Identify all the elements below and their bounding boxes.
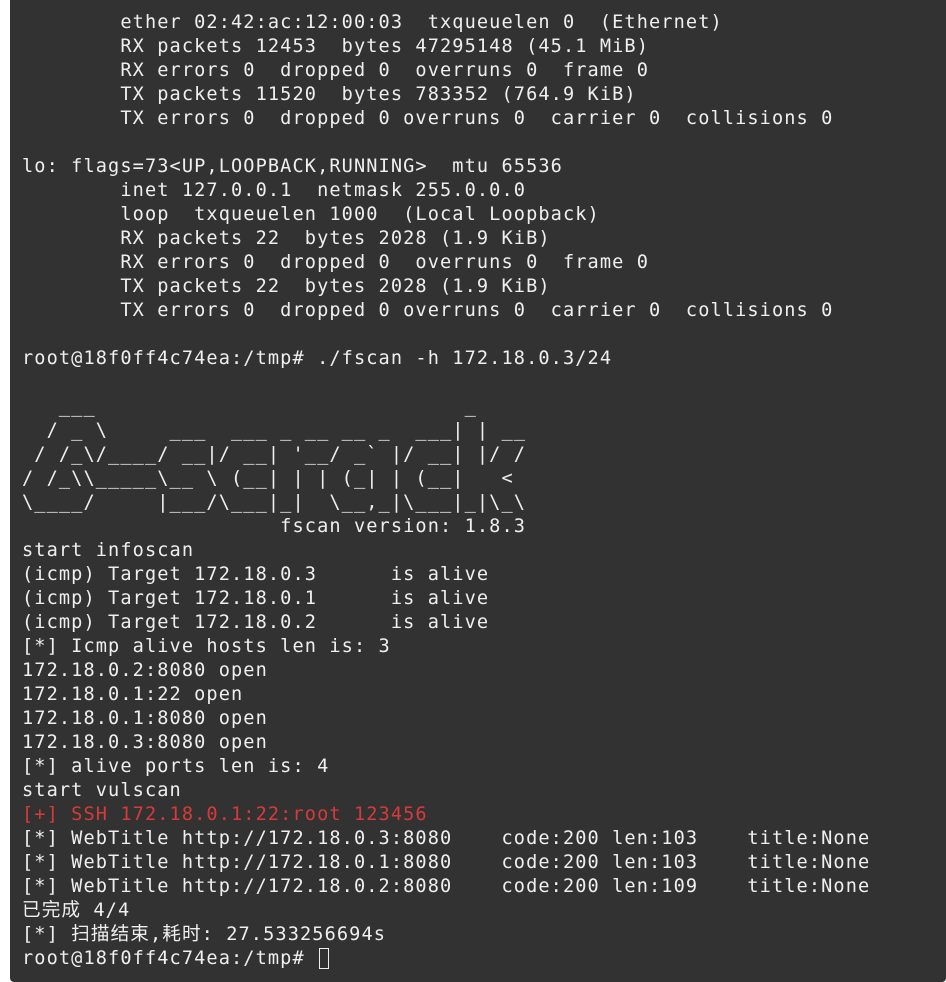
output-line: start vulscan [22, 780, 182, 801]
output-line: [*] alive ports len is: 4 [22, 756, 330, 777]
ascii-banner-line: / /_\/____/ __|/ __| '__/ _` |/ __| |/ / [22, 444, 527, 465]
output-line: ether 02:42:ac:12:00:03 txqueuelen 0 (Et… [22, 12, 723, 33]
ascii-banner-line: ___ _ [22, 396, 477, 417]
output-line: [*] WebTitle http://172.18.0.2:8080 code… [22, 876, 871, 897]
output-line: TX errors 0 dropped 0 overruns 0 carrier… [22, 108, 834, 129]
output-line: TX packets 22 bytes 2028 (1.9 KiB) [22, 276, 551, 297]
output-line: (icmp) Target 172.18.0.2 is alive [22, 612, 490, 633]
output-line: 172.18.0.1:22 open [22, 684, 244, 705]
cursor [319, 948, 330, 969]
output-line: 已完成 4/4 [22, 900, 131, 921]
version-line: fscan version: 1.8.3 [22, 516, 527, 537]
output-line: RX packets 12453 bytes 47295148 (45.1 Mi… [22, 36, 650, 57]
output-line: loop txqueuelen 1000 (Local Loopback) [22, 204, 600, 225]
output-line: [*] 扫描结束,耗时: 27.533256694s [22, 924, 387, 945]
output-line: inet 127.0.0.1 netmask 255.0.0.0 [22, 180, 527, 201]
output-line: 172.18.0.1:8080 open [22, 708, 268, 729]
output-line: lo: flags=73<UP,LOOPBACK,RUNNING> mtu 65… [22, 156, 563, 177]
ascii-banner-line: / _ \ ___ ___ _ __ __ _ ___| | __ [22, 420, 527, 441]
output-line: TX packets 11520 bytes 783352 (764.9 KiB… [22, 84, 637, 105]
output-line: [*] Icmp alive hosts len is: 3 [22, 636, 391, 657]
output-line: 172.18.0.3:8080 open [22, 732, 268, 753]
output-line: start infoscan [22, 540, 195, 561]
prompt-text: root@18f0ff4c74ea:/tmp# [22, 948, 318, 969]
prompt-line[interactable]: root@18f0ff4c74ea:/tmp# [22, 947, 946, 971]
output-line: (icmp) Target 172.18.0.3 is alive [22, 564, 490, 585]
output-line: 172.18.0.2:8080 open [22, 660, 268, 681]
output-line: RX packets 22 bytes 2028 (1.9 KiB) [22, 228, 551, 249]
output-line: [*] WebTitle http://172.18.0.1:8080 code… [22, 852, 871, 873]
terminal-window[interactable]: ether 02:42:ac:12:00:03 txqueuelen 0 (Et… [10, 0, 946, 982]
vuln-found-line: [+] SSH 172.18.0.1:22:root 123456 [22, 804, 428, 825]
output-line: RX errors 0 dropped 0 overruns 0 frame 0 [22, 252, 650, 273]
output-line: [*] WebTitle http://172.18.0.3:8080 code… [22, 828, 871, 849]
output-line: TX errors 0 dropped 0 overruns 0 carrier… [22, 300, 834, 321]
ascii-banner-line: / /_\\_____\__ \ (__| | | (_| | (__| < [22, 468, 514, 489]
output-line: RX errors 0 dropped 0 overruns 0 frame 0 [22, 60, 650, 81]
ascii-banner-line: \____/ |___/\___|_| \__,_|\___|_|\_\ [22, 492, 527, 513]
output-line: (icmp) Target 172.18.0.1 is alive [22, 588, 490, 609]
command-line: root@18f0ff4c74ea:/tmp# ./fscan -h 172.1… [22, 348, 613, 369]
